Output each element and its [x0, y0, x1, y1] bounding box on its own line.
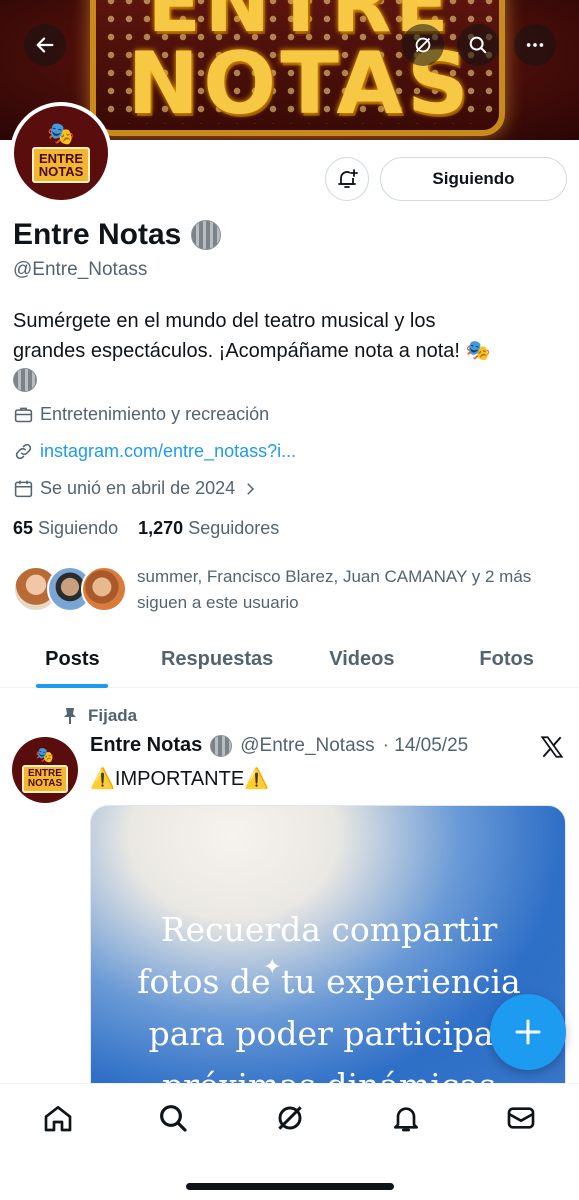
profile-category: Entretenimiento y recreación	[13, 404, 269, 425]
x-logo-icon	[540, 736, 564, 758]
disco-ball-emoji-icon	[13, 368, 37, 392]
search-button[interactable]	[457, 24, 499, 66]
profile-handle: @Entre_Notass	[13, 259, 148, 280]
arrow-left-icon	[36, 37, 54, 53]
bell-icon[interactable]	[390, 1102, 422, 1134]
post-author-name[interactable]: Entre Notas	[90, 734, 202, 757]
tab-photos[interactable]: Fotos	[434, 632, 579, 687]
search-icon	[469, 36, 487, 54]
notifications-subscribe-button[interactable]	[325, 157, 369, 201]
pinned-indicator: Fijada	[62, 706, 137, 726]
compose-post-button[interactable]	[490, 994, 566, 1070]
followers-you-know[interactable]: summer, Francisco Blarez, Juan CAMANAY y…	[13, 562, 573, 616]
avatar-logo: ENTRE NOTAS	[21, 764, 69, 793]
follower-avatars	[13, 562, 127, 614]
calendar-icon	[14, 480, 33, 498]
post-date[interactable]: · 14/05/25	[383, 735, 469, 757]
bio-line-1: Sumérgete en el mundo del teatro musical…	[13, 310, 436, 332]
tab-posts[interactable]: Posts	[0, 632, 145, 687]
profile-name-text: Entre Notas	[13, 218, 182, 251]
mail-icon[interactable]	[505, 1102, 537, 1134]
home-indicator[interactable]	[186, 1183, 394, 1190]
briefcase-icon	[14, 407, 33, 423]
profile-name: Entre Notas	[13, 218, 222, 252]
post-image[interactable]: Recuerda compartir fotos de tu experienc…	[90, 805, 566, 1105]
link-icon	[15, 443, 32, 460]
tab-replies[interactable]: Respuestas	[145, 632, 290, 687]
image-text-line: fotos de tu experiencia	[137, 962, 521, 1001]
pin-icon	[64, 708, 76, 724]
grok-button[interactable]	[402, 24, 444, 66]
theater-masks-icon: 🎭	[47, 121, 75, 146]
followers-you-know-text: summer, Francisco Blarez, Juan CAMANAY y…	[137, 567, 532, 612]
following-button[interactable]: Siguiendo	[380, 157, 567, 201]
profile-joined[interactable]: Se unió en abril de 2024	[13, 478, 259, 499]
avatar-logo: ENTRE NOTAS	[31, 147, 91, 183]
more-horizontal-icon	[526, 43, 544, 47]
search-icon[interactable]	[157, 1102, 189, 1134]
tab-videos[interactable]: Videos	[290, 632, 435, 687]
chevron-right-icon	[247, 482, 255, 495]
disco-ball-icon	[191, 220, 222, 250]
bell-plus-icon	[338, 169, 358, 188]
profile-stats: 65 Siguiendo 1,270 Seguidores	[13, 518, 279, 539]
profile-avatar[interactable]: 🎭 ENTRE NOTAS	[10, 102, 112, 204]
profile-bio: Sumérgete en el mundo del teatro musical…	[13, 306, 558, 401]
image-text-line: Recuerda compartir	[160, 910, 498, 949]
post-text: ⚠️IMPORTANTE⚠️	[90, 768, 270, 790]
back-button[interactable]	[24, 24, 66, 66]
grok-icon[interactable]	[274, 1102, 306, 1134]
avatar	[81, 566, 127, 612]
following-count-link[interactable]: 65 Siguiendo	[13, 518, 118, 538]
plus-icon	[515, 1019, 541, 1045]
post-header: Entre Notas @Entre_Notass · 14/05/25	[90, 734, 468, 757]
home-icon[interactable]	[42, 1102, 74, 1134]
profile-link[interactable]: instagram.com/entre_notass?i...	[40, 441, 296, 462]
theater-masks-icon: 🎭	[35, 746, 55, 764]
more-options-button[interactable]	[514, 24, 556, 66]
profile-tabs: Posts Respuestas Videos Fotos	[0, 632, 579, 688]
theater-masks-emoji-icon: 🎭	[465, 340, 491, 362]
post-author-avatar[interactable]: 🎭 ENTRE NOTAS	[12, 737, 78, 803]
followers-count-link[interactable]: 1,270 Seguidores	[138, 518, 279, 538]
grok-icon	[415, 37, 431, 53]
disco-ball-icon	[210, 734, 233, 757]
post-author-handle[interactable]: @Entre_Notass	[240, 735, 374, 757]
bio-line-2: grandes espectáculos. ¡Acompáñame nota a…	[13, 340, 491, 362]
sparkle-icon: ✦	[263, 954, 282, 979]
profile-link-row[interactable]: instagram.com/entre_notass?i...	[13, 441, 296, 462]
